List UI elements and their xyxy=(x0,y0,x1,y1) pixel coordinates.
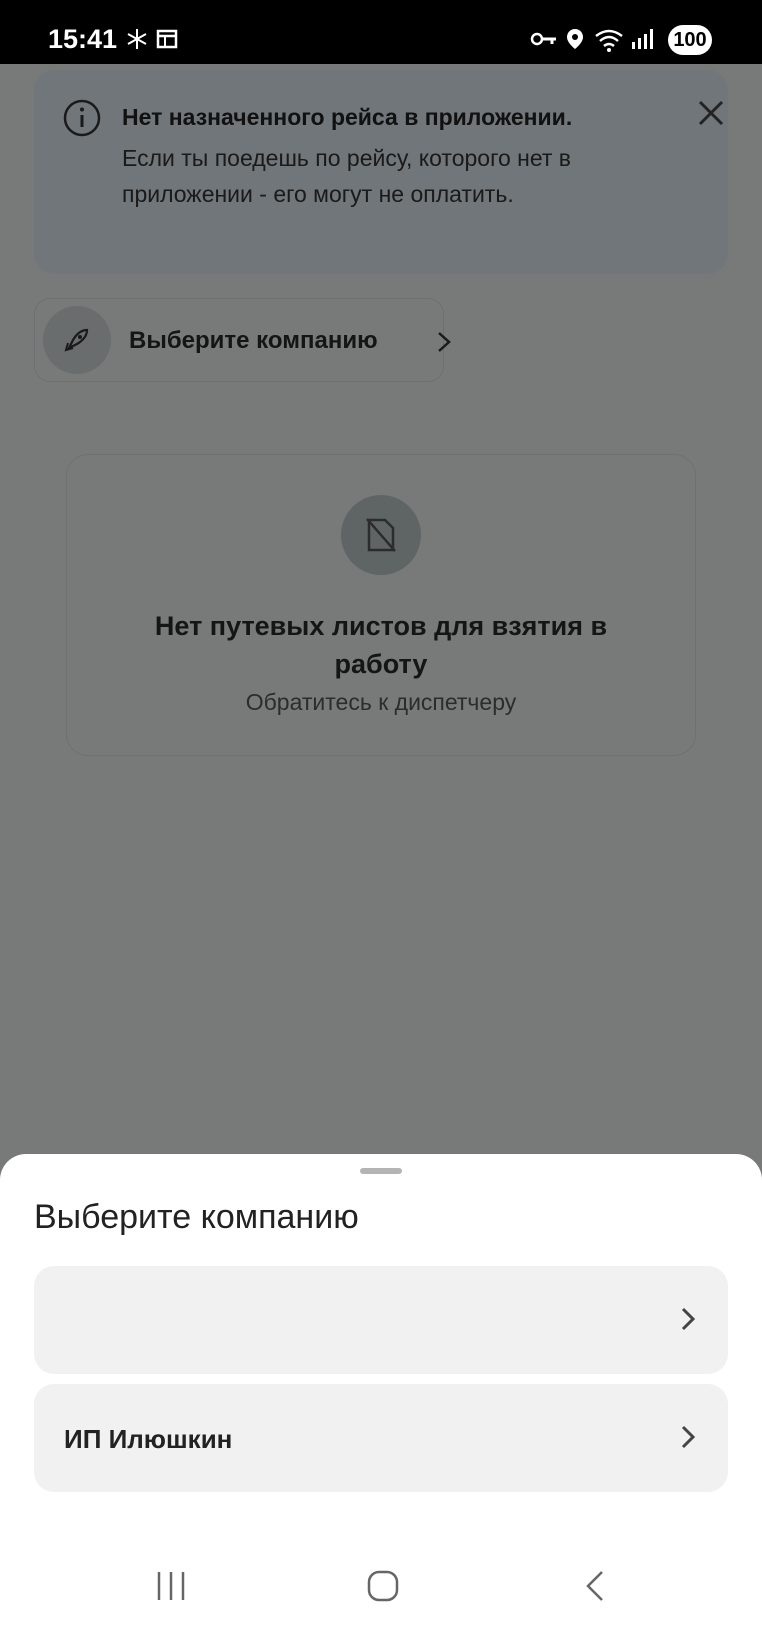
phone-screen: 15:41 100 Нет назначенного рейса в прило… xyxy=(0,0,762,1642)
company-option[interactable] xyxy=(34,1266,728,1374)
battery-icon: 100 xyxy=(668,25,712,55)
status-bar: 15:41 100 xyxy=(0,0,762,64)
key-icon xyxy=(530,28,558,55)
chevron-right-icon xyxy=(680,1424,696,1455)
system-nav-bar xyxy=(0,1548,762,1642)
location-icon xyxy=(566,28,584,55)
sheet-title: Выберите компанию xyxy=(34,1198,359,1236)
signal-icon xyxy=(630,28,656,55)
home-icon[interactable] xyxy=(366,1568,400,1609)
company-option[interactable]: ИП Илюшкин xyxy=(34,1384,728,1492)
status-time: 15:41 xyxy=(48,24,118,54)
company-option-label: ИП Илюшкин xyxy=(64,1424,233,1454)
snowflake-icon xyxy=(126,28,148,55)
recents-icon[interactable] xyxy=(154,1568,188,1609)
chevron-right-icon xyxy=(680,1306,696,1337)
calendar-icon xyxy=(156,28,178,55)
sheet-drag-handle[interactable] xyxy=(360,1168,402,1174)
back-icon[interactable] xyxy=(582,1568,606,1609)
wifi-icon xyxy=(594,28,624,57)
